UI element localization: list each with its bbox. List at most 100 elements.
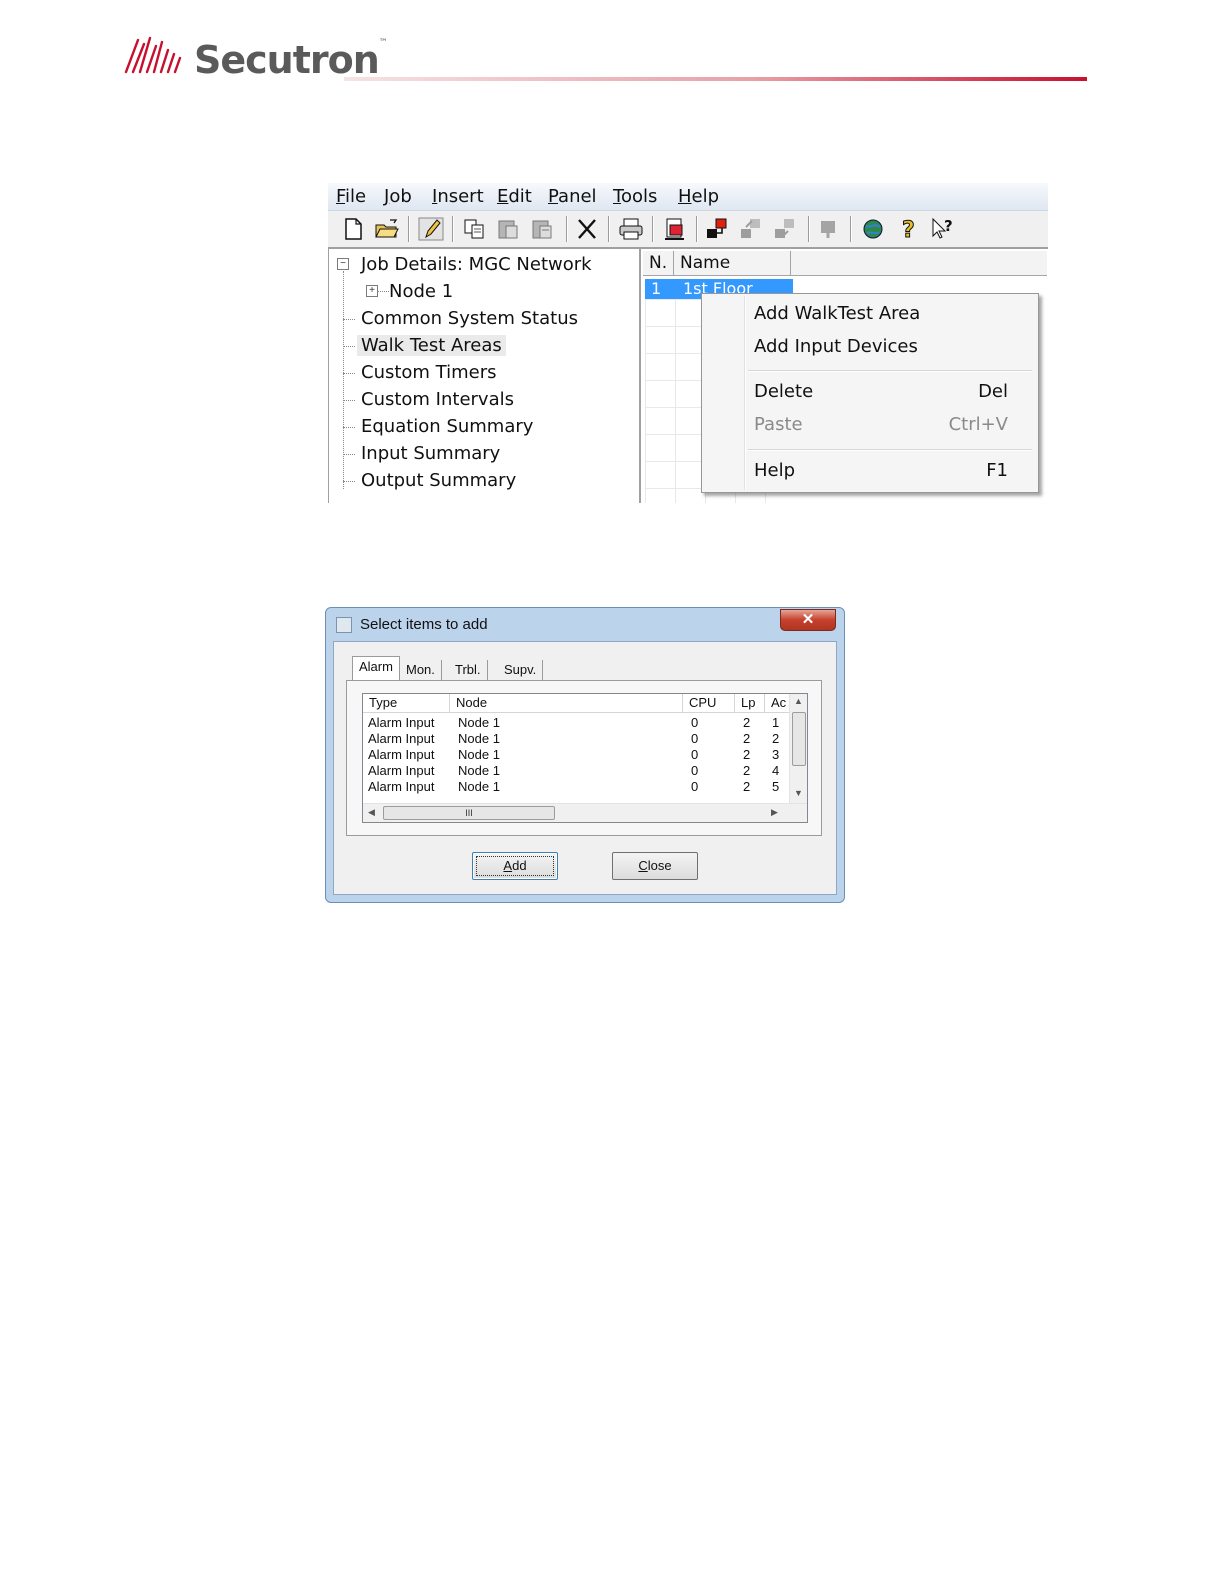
tree-item-custom-timers[interactable]: Custom Timers: [361, 362, 497, 383]
column-ac[interactable]: Ac: [765, 694, 789, 712]
vertical-scrollbar[interactable]: ▲ ▼: [789, 694, 807, 804]
cell-node: Node 1: [458, 747, 500, 762]
menu-insert[interactable]: Insert: [432, 186, 484, 207]
help-question-icon[interactable]: ?: [896, 217, 922, 242]
vertical-scroll-thumb[interactable]: [792, 712, 806, 766]
cell-node: Node 1: [458, 779, 500, 794]
cell-type: Alarm Input: [368, 731, 435, 746]
tree-connector: [377, 291, 389, 292]
export-icon[interactable]: [816, 217, 842, 241]
tree-item-walk-test-areas[interactable]: Walk Test Areas: [357, 335, 506, 356]
tree-item-node-1[interactable]: Node 1: [389, 281, 453, 302]
scroll-left-icon[interactable]: ◀: [368, 807, 375, 818]
dialog-client: Alarm Mon. Trbl. Supv. Type Node CPU Lp …: [333, 641, 837, 895]
tab-mon[interactable]: Mon.: [400, 660, 442, 680]
context-help-shortcut: F1: [986, 460, 1008, 481]
menu-edit[interactable]: Edit: [497, 186, 532, 207]
close-icon[interactable]: ✕: [780, 609, 836, 631]
cell-lp: 2: [743, 779, 751, 794]
scroll-down-icon[interactable]: ▼: [794, 788, 803, 798]
brand-name: Secutron™: [194, 38, 388, 82]
alarm-tab-panel: Type Node CPU Lp Ac Alarm Input Node 1 0…: [346, 680, 822, 836]
cell-type: Alarm Input: [368, 715, 435, 730]
column-lp[interactable]: Lp: [735, 694, 765, 712]
column-type[interactable]: Type: [363, 694, 450, 712]
context-delete[interactable]: Delete: [754, 381, 813, 402]
select-items-dialog: Select items to add ✕ Alarm Mon. Trbl. S…: [325, 607, 845, 903]
grid-cell-n: 1: [651, 279, 662, 298]
close-button[interactable]: Close: [612, 852, 698, 880]
toolbar-separator: [408, 216, 410, 242]
context-add-walktest-area[interactable]: Add WalkTest Area: [754, 303, 920, 324]
column-node[interactable]: Node: [450, 694, 683, 712]
tree-item-input-summary[interactable]: Input Summary: [361, 443, 500, 464]
menu-panel[interactable]: Panel: [548, 186, 597, 207]
header-rule: [344, 77, 1087, 81]
list-row[interactable]: Alarm Input Node 1 0 2 1: [363, 715, 789, 731]
cell-ac: 2: [772, 731, 780, 746]
toolbar: ? ?: [328, 211, 1048, 249]
job-tree: − Job Details: MGC Network + Node 1 Comm…: [328, 249, 640, 503]
tree-item-output-summary[interactable]: Output Summary: [361, 470, 516, 491]
context-separator: [748, 449, 1032, 451]
menu-help[interactable]: Help: [678, 186, 719, 207]
tab-alarm[interactable]: Alarm: [352, 656, 400, 681]
context-help-icon[interactable]: ?: [930, 217, 956, 241]
tree-item-equation-summary[interactable]: Equation Summary: [361, 416, 533, 437]
edit-pencil-icon[interactable]: [418, 217, 444, 241]
context-add-input-devices[interactable]: Add Input Devices: [754, 336, 918, 357]
tab-supv[interactable]: Supv.: [498, 660, 544, 680]
horizontal-scrollbar[interactable]: ◀ III ▶: [363, 803, 807, 822]
list-row[interactable]: Alarm Input Node 1 0 2 3: [363, 747, 789, 763]
list-row[interactable]: Alarm Input Node 1 0 2 4: [363, 763, 789, 779]
tree-connector: [343, 271, 344, 489]
paste-special-icon[interactable]: [530, 217, 556, 241]
new-document-icon[interactable]: [340, 217, 366, 241]
copy-icon[interactable]: [462, 217, 488, 241]
context-help[interactable]: Help: [754, 460, 795, 481]
grid-column-name[interactable]: Name: [674, 251, 791, 275]
items-list: Type Node CPU Lp Ac Alarm Input Node 1 0…: [362, 693, 808, 823]
menu-job[interactable]: Job: [384, 186, 412, 207]
network-node-icon[interactable]: [704, 217, 730, 241]
cell-cpu: 0: [691, 731, 699, 746]
tab-trbl[interactable]: Trbl.: [449, 660, 488, 680]
context-menu: Add WalkTest Area Add Input Devices Dele…: [701, 293, 1039, 493]
secutron-logo-icon: [124, 36, 182, 74]
toolbar-separator: [696, 216, 698, 242]
tree-collapse-icon[interactable]: −: [337, 258, 349, 270]
tree-item-custom-intervals[interactable]: Custom Intervals: [361, 389, 514, 410]
dialog-app-icon: [336, 617, 352, 633]
scroll-right-icon[interactable]: ▶: [771, 807, 778, 818]
toolbar-separator: [808, 216, 810, 242]
tree-item-common-system-status[interactable]: Common System Status: [361, 308, 578, 329]
column-cpu[interactable]: CPU: [683, 694, 735, 712]
menu-tools[interactable]: Tools: [613, 186, 657, 207]
horizontal-scroll-thumb[interactable]: III: [383, 806, 555, 820]
cell-lp: 2: [743, 763, 751, 778]
print-icon[interactable]: [618, 217, 644, 241]
context-menu-gutter: [744, 296, 746, 490]
delete-x-icon[interactable]: [574, 217, 600, 241]
transfer-down-icon[interactable]: [772, 217, 798, 241]
paste-icon[interactable]: [496, 217, 522, 241]
cell-type: Alarm Input: [368, 763, 435, 778]
transfer-up-icon[interactable]: [738, 217, 764, 241]
list-row[interactable]: Alarm Input Node 1 0 2 2: [363, 731, 789, 747]
grid-column-n[interactable]: N.: [643, 251, 674, 275]
globe-icon[interactable]: [860, 217, 886, 241]
toolbar-separator: [452, 216, 454, 242]
list-row[interactable]: Alarm Input Node 1 0 2 5: [363, 779, 789, 795]
tree-connector: [343, 319, 355, 320]
context-delete-shortcut: Del: [978, 381, 1008, 402]
open-folder-icon[interactable]: [374, 217, 400, 241]
toolbar-separator: [608, 216, 610, 242]
grid-header: N. Name: [643, 251, 1047, 276]
print-preview-icon[interactable]: [662, 217, 688, 241]
tree-item-job-details[interactable]: Job Details: MGC Network: [361, 254, 592, 275]
scroll-up-icon[interactable]: ▲: [794, 696, 803, 706]
add-button[interactable]: Add: [472, 852, 558, 880]
menu-file[interactable]: File: [336, 186, 366, 207]
tree-connector: [343, 373, 355, 374]
context-paste-shortcut: Ctrl+V: [948, 414, 1008, 435]
